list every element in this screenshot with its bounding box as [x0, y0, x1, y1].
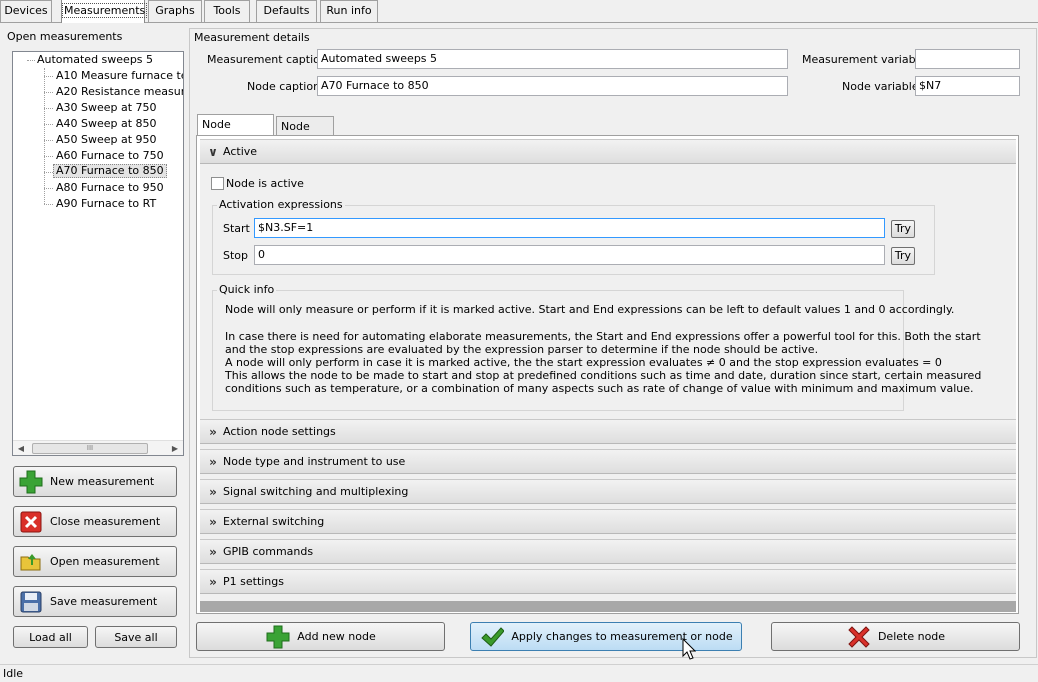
section-node-type[interactable]: » Node type and instrument to use — [200, 449, 1016, 474]
node-variable-label: Node variable — [842, 80, 919, 93]
tree-item[interactable]: A40 Sweep at 850 — [54, 117, 159, 131]
close-x-icon — [18, 509, 44, 535]
load-all-button[interactable]: Load all — [13, 626, 88, 648]
node-is-active-checkbox[interactable] — [211, 177, 224, 190]
try-start-button[interactable]: Try — [891, 220, 915, 238]
double-chevron-right-icon: » — [209, 515, 217, 529]
add-new-node-button[interactable]: Add new node — [196, 622, 445, 651]
quick-info-line: Node will only measure or perform if it … — [225, 303, 955, 316]
mouse-cursor — [682, 637, 697, 663]
tab-graphs[interactable]: Graphs — [148, 0, 202, 22]
scroll-thumb[interactable]: III — [32, 443, 148, 454]
try-stop-button[interactable]: Try — [891, 247, 915, 265]
close-measurement-label: Close measurement — [50, 515, 161, 528]
quick-info-line: In case there is need for automating ela… — [225, 330, 981, 343]
apply-changes-label: Apply changes to measurement or node — [511, 630, 733, 643]
status-text: Idle — [3, 667, 24, 680]
quick-info-line: conditions such as temperature, or a com… — [225, 382, 974, 395]
node-caption-input[interactable]: A70 Furnace to 850 — [317, 76, 788, 96]
tree-item[interactable]: A60 Furnace to 750 — [54, 149, 166, 163]
node-is-active-label: Node is active — [226, 177, 304, 190]
delete-node-label: Delete node — [877, 630, 946, 643]
plus-icon — [265, 624, 291, 650]
tree-item[interactable]: A20 Resistance measurem — [54, 85, 183, 99]
tree-item[interactable]: A50 Sweep at 950 — [54, 133, 159, 147]
section-external-switching[interactable]: » External switching — [200, 509, 1016, 534]
checkmark-icon — [479, 624, 505, 650]
double-chevron-down-icon: ∨ — [208, 145, 218, 159]
tree-item[interactable]: A30 Sweep at 750 — [54, 101, 159, 115]
double-chevron-right-icon: » — [209, 485, 217, 499]
tab-node-data[interactable]: Node data — [276, 116, 334, 152]
tab-measurements-label: Measurements — [62, 3, 148, 18]
node-caption-label: Node caption — [247, 80, 321, 93]
stop-label: Stop — [223, 249, 249, 262]
quick-info-title: Quick info — [217, 283, 277, 296]
apply-changes-button[interactable]: Apply changes to measurement or node — [470, 622, 742, 651]
tree-item[interactable]: A90 Furnace to RT — [54, 197, 158, 211]
section-label: Action node settings — [223, 425, 336, 438]
node-variable-input[interactable]: $N7 — [915, 76, 1020, 96]
measurement-variable-input[interactable] — [915, 49, 1020, 69]
tab-devices[interactable]: Devices — [0, 0, 52, 22]
tab-defaults[interactable]: Defaults — [256, 0, 317, 22]
save-all-button[interactable]: Save all — [95, 626, 177, 648]
section-active-label: Active — [223, 145, 258, 158]
tab-node-settings[interactable]: Node settings — [197, 114, 274, 150]
save-measurement-label: Save measurement — [50, 595, 158, 608]
double-chevron-right-icon: » — [209, 425, 217, 439]
plus-icon — [18, 469, 44, 495]
section-label: P1 settings — [223, 575, 284, 588]
section-action-node-settings[interactable]: » Action node settings — [200, 419, 1016, 444]
delete-x-icon — [846, 624, 872, 650]
quick-info-line: A node will only perform in case it is m… — [225, 356, 942, 369]
tab-tools[interactable]: Tools — [204, 0, 250, 22]
delete-node-button[interactable]: Delete node — [771, 622, 1020, 651]
new-measurement-button[interactable]: New measurement — [13, 466, 177, 497]
accordion-footer — [200, 601, 1016, 612]
tree-horizontal-scrollbar[interactable]: ◀ III ▶ — [13, 440, 183, 455]
measurement-tree[interactable]: Automated sweeps 5 A10 Measure furnace t… — [12, 51, 184, 456]
section-label: Signal switching and multiplexing — [223, 485, 409, 498]
double-chevron-right-icon: » — [209, 455, 217, 469]
status-bar: Idle — [0, 664, 1038, 682]
open-measurement-label: Open measurement — [50, 555, 160, 568]
section-label: Node type and instrument to use — [223, 455, 406, 468]
section-label: External switching — [223, 515, 325, 528]
quick-info-line: This allows the node to be made to start… — [225, 369, 982, 382]
measurement-caption-input[interactable]: Automated sweeps 5 — [317, 49, 788, 69]
tab-run-info[interactable]: Run info — [320, 0, 378, 22]
scroll-left-icon[interactable]: ◀ — [14, 441, 28, 455]
new-measurement-label: New measurement — [50, 475, 155, 488]
section-active-header[interactable]: ∨ Active — [200, 139, 1016, 164]
quick-info-line: and the stop expressions are evaluated b… — [225, 343, 819, 356]
double-chevron-right-icon: » — [209, 545, 217, 559]
tree-item[interactable]: A10 Measure furnace tem — [54, 69, 183, 83]
details-title: Measurement details — [194, 31, 310, 44]
section-p1-settings[interactable]: » P1 settings — [200, 569, 1016, 594]
stop-expression-input[interactable]: 0 — [254, 245, 885, 265]
tree-item-selected[interactable]: A70 Furnace to 850 — [53, 164, 167, 178]
close-measurement-button[interactable]: Close measurement — [13, 506, 177, 537]
open-measurement-button[interactable]: Open measurement — [13, 546, 177, 577]
open-folder-icon — [18, 549, 44, 575]
tree-item[interactable]: A80 Furnace to 950 — [54, 181, 166, 195]
add-new-node-label: Add new node — [297, 630, 376, 643]
section-signal-switching[interactable]: » Signal switching and multiplexing — [200, 479, 1016, 504]
start-expression-input[interactable]: $N3.SF=1 — [254, 218, 885, 238]
double-chevron-right-icon: » — [209, 575, 217, 589]
save-measurement-button[interactable]: Save measurement — [13, 586, 177, 617]
section-gpib-commands[interactable]: » GPIB commands — [200, 539, 1016, 564]
tree-root[interactable]: Automated sweeps 5 — [35, 53, 155, 67]
start-label: Start — [223, 222, 250, 235]
scroll-right-icon[interactable]: ▶ — [168, 441, 182, 455]
activation-expressions-title: Activation expressions — [217, 198, 345, 211]
section-label: GPIB commands — [223, 545, 314, 558]
measurement-caption-label: Measurement caption — [207, 53, 327, 66]
open-measurements-title: Open measurements — [7, 30, 123, 43]
floppy-disk-icon — [18, 589, 44, 615]
main-tab-bar: Devices Measurements Graphs Tools Defaul… — [0, 0, 1038, 23]
measurement-variable-label: Measurement variable — [802, 53, 926, 66]
tab-measurements[interactable]: Measurements — [61, 0, 148, 23]
